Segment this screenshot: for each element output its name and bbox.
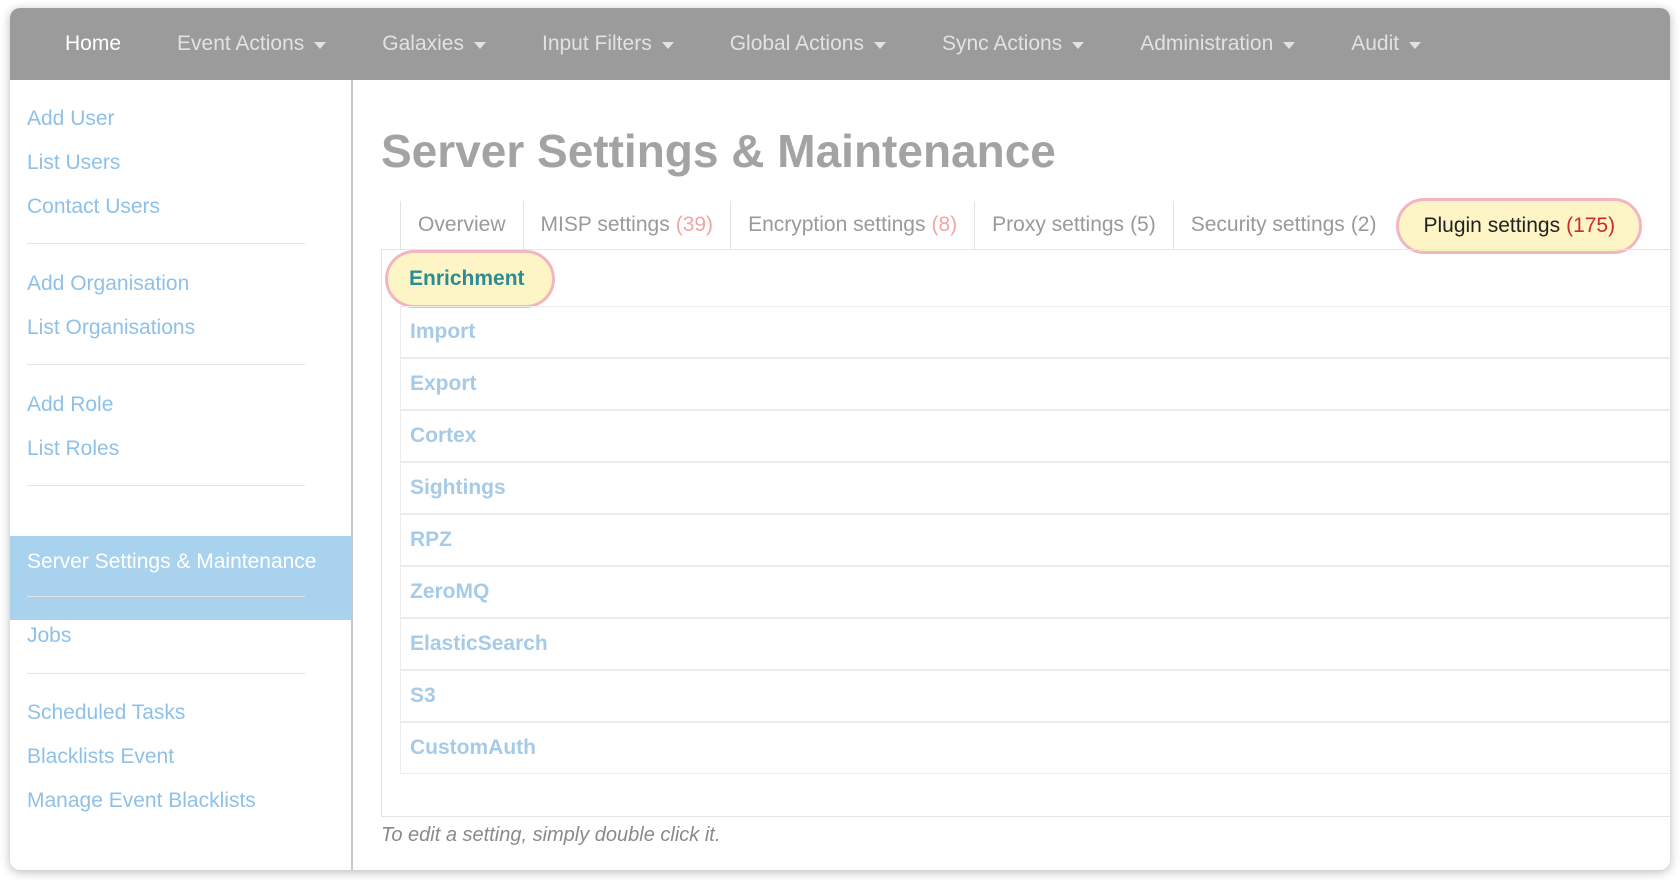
nav-audit-label: Audit [1351,32,1400,55]
main-content: Server Settings & Maintenance Overview M… [353,80,1670,870]
tab-plugin-settings-count: (175) [1566,214,1616,237]
nav-administration-label: Administration [1140,32,1274,55]
sidebar-item-server-settings[interactable]: Server Settings & Maintenance [10,536,351,620]
nav-global-actions-label: Global Actions [729,32,864,55]
tab-proxy-settings-label: Proxy settings [992,213,1125,236]
sidebar-item-list-organisations[interactable]: List Organisations [27,316,195,340]
tab-encryption-settings[interactable]: Encryption settings (8) [731,201,976,249]
top-navbar: Home Event Actions Galaxies Input Filter… [10,8,1670,80]
sidebar-item-add-organisation[interactable]: Add Organisation [27,272,189,296]
sidebar-item-scheduled-tasks[interactable]: Scheduled Tasks [27,701,185,725]
tab-security-settings-count: (2) [1350,213,1377,236]
nav-administration[interactable]: Administration [1140,8,1296,80]
plugin-section-s3[interactable]: S3 [400,670,1670,722]
nav-galaxies-label: Galaxies [382,32,464,55]
sidebar-divider [27,673,305,674]
plugin-section-import[interactable]: Import [400,306,1670,358]
tab-misp-settings-count: (39) [675,213,714,236]
plugin-section-elasticsearch[interactable]: ElasticSearch [400,618,1670,670]
plugin-section-enrichment[interactable]: Enrichment [388,253,1670,305]
plugin-sections-list: Enrichment Import Export Cortex Sighting… [381,249,1670,817]
tab-overview-label: Overview [418,213,506,236]
tab-proxy-settings[interactable]: Proxy settings (5) [975,201,1174,249]
sidebar-divider [27,243,305,244]
nav-audit[interactable]: Audit [1351,8,1422,80]
sidebar-item-list-users[interactable]: List Users [27,151,120,175]
plugin-section-customauth[interactable]: CustomAuth [400,722,1670,774]
tab-plugin-settings-label: Plugin settings [1423,214,1561,237]
nav-event-actions-label: Event Actions [177,32,305,55]
tab-overview[interactable]: Overview [400,201,524,249]
sidebar-divider [27,596,305,597]
plugin-section-label: Sightings [410,476,506,499]
sidebar-item-manage-event-blacklists[interactable]: Manage Event Blacklists [27,789,256,813]
page-title: Server Settings & Maintenance [381,125,1056,177]
sidebar-item-list-roles[interactable]: List Roles [27,437,119,461]
tab-misp-settings[interactable]: MISP settings (39) [524,201,732,249]
plugin-section-cortex[interactable]: Cortex [400,410,1670,462]
caret-down-icon [1283,41,1296,49]
caret-down-icon [661,41,674,49]
nav-galaxies[interactable]: Galaxies [382,8,486,80]
plugin-section-label: ElasticSearch [410,632,548,655]
plugin-section-export[interactable]: Export [400,358,1670,410]
caret-down-icon [1072,41,1085,49]
caret-down-icon [314,41,327,49]
tab-encryption-settings-label: Encryption settings [748,213,926,236]
plugin-section-label: CustomAuth [410,736,536,759]
plugin-section-label: Cortex [410,424,477,447]
plugin-section-label: S3 [410,684,436,707]
nav-home-label: Home [65,32,122,55]
app-window: Home Event Actions Galaxies Input Filter… [10,8,1670,870]
caret-down-icon [873,41,886,49]
nav-global-actions[interactable]: Global Actions [730,8,886,80]
nav-home[interactable]: Home [65,8,121,80]
sidebar-item-blacklists-event[interactable]: Blacklists Event [27,745,174,769]
plugin-section-label: Enrichment [409,267,525,290]
nav-sync-actions[interactable]: Sync Actions [941,8,1085,80]
tab-proxy-settings-count: (5) [1130,213,1156,236]
settings-tabs: Overview MISP settings (39) Encryption s… [400,201,1640,251]
sidebar-item-server-settings-label: Server Settings & Maintenance [27,550,317,573]
tab-misp-settings-label: MISP settings [540,213,670,236]
plugin-section-label: Export [410,372,477,395]
sidebar-item-jobs[interactable]: Jobs [27,624,71,648]
plugin-section-rpz[interactable]: RPZ [400,514,1670,566]
plugin-section-sightings[interactable]: Sightings [400,462,1670,514]
sidebar: Add User List Users Contact Users Add Or… [10,80,353,870]
tab-encryption-settings-count: (8) [931,213,958,236]
edit-hint: To edit a setting, simply double click i… [381,824,721,846]
caret-down-icon [473,41,486,49]
plugin-section-label: ZeroMQ [410,580,490,603]
tab-security-settings-label: Security settings [1190,213,1345,236]
nav-sync-actions-label: Sync Actions [941,32,1063,55]
sidebar-item-add-role[interactable]: Add Role [27,393,113,417]
nav-event-actions[interactable]: Event Actions [177,8,327,80]
plugin-section-label: RPZ [410,528,452,551]
caret-down-icon [1409,41,1422,49]
tab-plugin-settings[interactable]: Plugin settings (175) [1399,201,1640,251]
tab-security-settings[interactable]: Security settings (2) [1174,201,1394,249]
nav-input-filters[interactable]: Input Filters [542,8,674,80]
sidebar-item-add-user[interactable]: Add User [27,107,115,131]
plugin-section-label: Import [410,320,476,343]
sidebar-divider [27,485,305,486]
nav-input-filters-label: Input Filters [541,32,652,55]
sidebar-divider [27,364,305,365]
plugin-section-zeromq[interactable]: ZeroMQ [400,566,1670,618]
sidebar-item-contact-users[interactable]: Contact Users [27,195,160,219]
